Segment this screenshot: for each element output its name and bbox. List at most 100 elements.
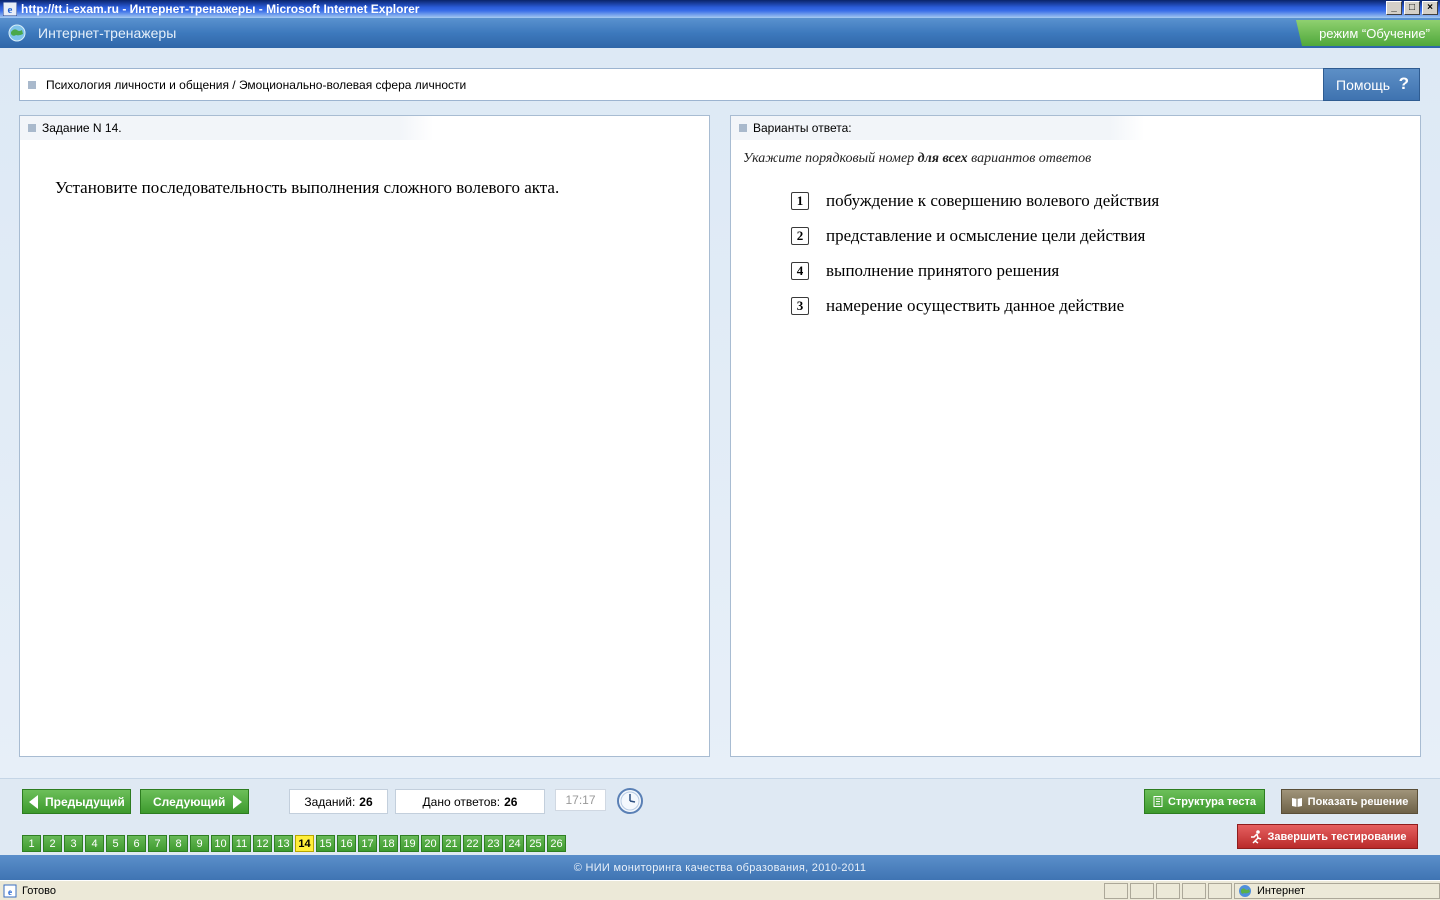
order-input[interactable]: 3: [791, 296, 809, 315]
task-page-4[interactable]: 4: [85, 835, 104, 852]
task-page-7[interactable]: 7: [148, 835, 167, 852]
status-cell: [1156, 882, 1180, 899]
answer-instruction: Укажите порядковый номер для всех вариан…: [743, 151, 1091, 167]
svg-text:e: e: [8, 4, 13, 16]
task-panel-header: Задание N 14.: [20, 116, 709, 140]
arrow-right-icon: [233, 794, 243, 809]
task-page-17[interactable]: 17: [358, 835, 377, 852]
answered-count: 26: [504, 794, 518, 809]
window-titlebar: e http://tt.i-exam.ru - Интернет-тренаже…: [0, 0, 1440, 18]
arrow-left-icon: [29, 794, 38, 809]
tasks-counter: Заданий: 26: [289, 789, 388, 814]
close-button[interactable]: ×: [1422, 1, 1438, 15]
window-controls: _ □ ×: [1386, 1, 1438, 15]
task-page-13[interactable]: 13: [274, 835, 293, 852]
bullet-icon: [28, 124, 36, 132]
task-page-2[interactable]: 2: [43, 835, 62, 852]
task-page-26[interactable]: 26: [547, 835, 566, 852]
copyright-footer: © НИИ мониторинга качества образования, …: [0, 855, 1440, 880]
next-button[interactable]: Следующий: [140, 789, 249, 814]
test-structure-button[interactable]: Структура теста: [1144, 789, 1265, 814]
status-text: Готово: [22, 884, 56, 897]
task-page-21[interactable]: 21: [442, 835, 461, 852]
answers-panel: Варианты ответа: Укажите порядковый номе…: [730, 115, 1421, 757]
bullet-icon: [28, 80, 36, 89]
help-label: Помощь: [1336, 76, 1391, 93]
answer-item: 3 намерение осуществить данное действие: [791, 288, 1159, 323]
task-page-14[interactable]: 14: [295, 835, 314, 852]
task-page-16[interactable]: 16: [337, 835, 356, 852]
maximize-button[interactable]: □: [1404, 1, 1420, 15]
task-page-25[interactable]: 25: [526, 835, 545, 852]
answer-list: 1 побуждение к совершению волевого дейст…: [791, 183, 1159, 323]
status-cell: [1208, 882, 1232, 899]
task-page-5[interactable]: 5: [106, 835, 125, 852]
internet-globe-icon: [1239, 884, 1251, 897]
answer-text: намерение осуществить данное действие: [826, 295, 1125, 315]
task-page-3[interactable]: 3: [64, 835, 83, 852]
answer-text: побуждение к совершению волевого действи…: [826, 190, 1160, 210]
prev-label: Предыдущий: [45, 794, 125, 809]
list-icon: [1153, 796, 1163, 807]
minimize-button[interactable]: _: [1386, 1, 1402, 15]
order-input[interactable]: 2: [791, 226, 809, 245]
exit-runner-icon: [1249, 829, 1263, 844]
breadcrumb-text: Психология личности и общения / Эмоциона…: [46, 77, 467, 92]
answers-panel-header: Варианты ответа:: [731, 116, 1420, 140]
show-solution-button[interactable]: Показать решение: [1281, 789, 1418, 814]
order-input[interactable]: 1: [791, 191, 809, 210]
task-page-1[interactable]: 1: [22, 835, 41, 852]
globe-logo-icon: [8, 24, 26, 42]
task-page-10[interactable]: 10: [211, 835, 230, 852]
task-page-6[interactable]: 6: [127, 835, 146, 852]
breadcrumb: Психология личности и общения / Эмоциона…: [19, 68, 1324, 101]
finish-label: Завершить тестирование: [1267, 830, 1407, 843]
timer: 17:17: [555, 789, 606, 811]
svg-text:e: e: [8, 887, 12, 897]
task-page-9[interactable]: 9: [190, 835, 209, 852]
status-cell: [1182, 882, 1206, 899]
answered-label: Дано ответов:: [422, 794, 501, 809]
help-button[interactable]: Помощь ?: [1323, 68, 1420, 101]
task-page-20[interactable]: 20: [421, 835, 440, 852]
app-header: Интернет-тренажеры режим “Обучение”: [0, 18, 1440, 48]
finish-test-button[interactable]: Завершить тестирование: [1237, 824, 1418, 849]
task-page-15[interactable]: 15: [316, 835, 335, 852]
app-title: Интернет-тренажеры: [38, 25, 177, 41]
answered-counter: Дано ответов: 26: [395, 789, 545, 814]
answer-item: 4 выполнение принятого решения: [791, 253, 1159, 288]
question-icon: ?: [1398, 74, 1409, 93]
instruction-bold: для всех: [917, 151, 968, 166]
task-page-8[interactable]: 8: [169, 835, 188, 852]
answers-header: Варианты ответа:: [753, 121, 852, 135]
instruction-post: вариантов ответов: [967, 151, 1092, 166]
clock-icon[interactable]: [616, 787, 644, 815]
next-label: Следующий: [153, 794, 226, 809]
task-page-19[interactable]: 19: [400, 835, 419, 852]
prev-button[interactable]: Предыдущий: [22, 789, 131, 814]
instruction-pre: Укажите порядковый номер: [743, 151, 918, 166]
answer-text: выполнение принятого решения: [826, 260, 1060, 280]
task-page-24[interactable]: 24: [505, 835, 524, 852]
answer-text: представление и осмысление цели действия: [826, 225, 1146, 245]
status-cell: [1104, 882, 1128, 899]
structure-label: Структура теста: [1167, 795, 1257, 808]
task-page-22[interactable]: 22: [463, 835, 482, 852]
task-number: Задание N 14.: [42, 121, 122, 135]
order-input[interactable]: 4: [791, 261, 809, 280]
zone-text: Интернет: [1257, 884, 1305, 897]
task-page-18[interactable]: 18: [379, 835, 398, 852]
status-text-area: e Готово: [0, 884, 1102, 898]
solution-label: Показать решение: [1307, 795, 1409, 808]
task-page-11[interactable]: 11: [232, 835, 251, 852]
status-cell: [1130, 882, 1154, 899]
tasks-label: Заданий:: [304, 794, 356, 809]
book-icon: [1291, 797, 1303, 807]
task-page-12[interactable]: 12: [253, 835, 272, 852]
security-zone: Интернет: [1234, 882, 1440, 899]
tasks-count: 26: [359, 794, 373, 809]
task-page-23[interactable]: 23: [484, 835, 503, 852]
page-loaded-icon: e: [3, 884, 17, 897]
mode-badge: режим “Обучение”: [1296, 20, 1440, 46]
ie-logo-icon: e: [2, 1, 18, 17]
